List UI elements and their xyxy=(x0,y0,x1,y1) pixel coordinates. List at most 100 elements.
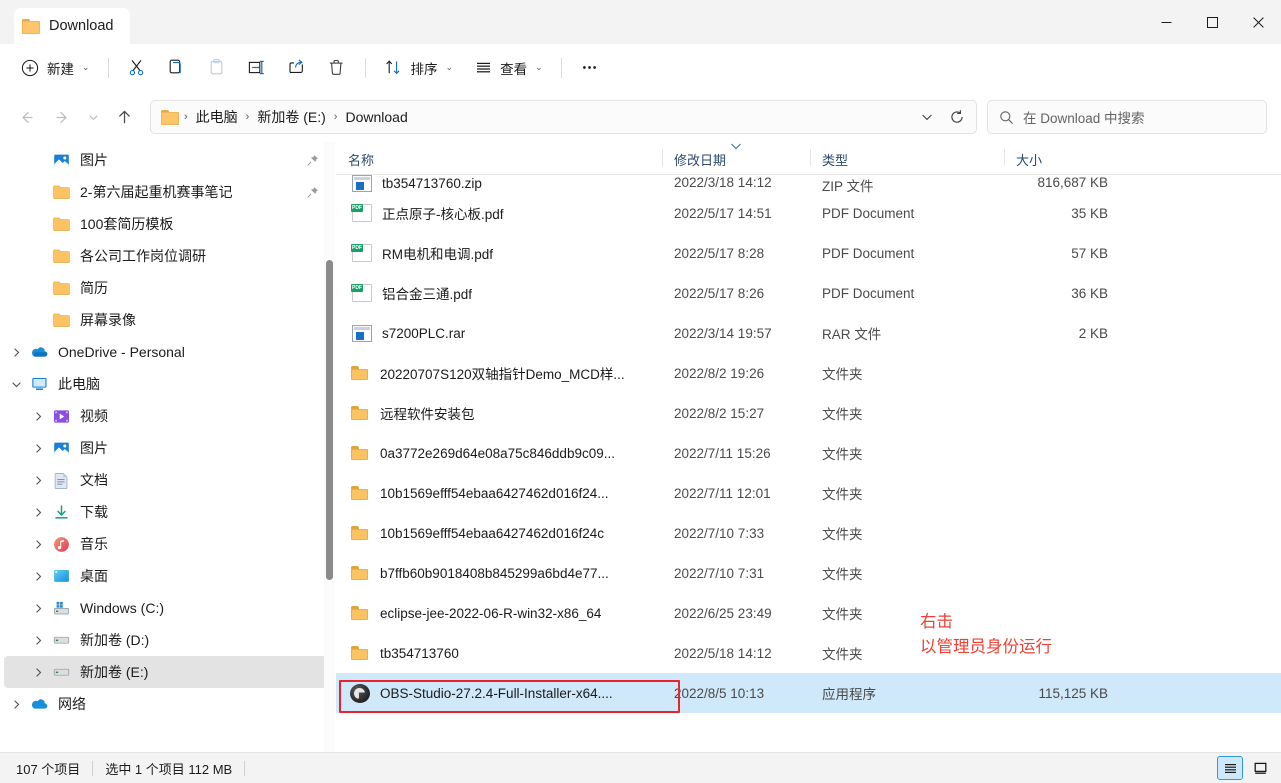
back-button[interactable] xyxy=(8,100,44,134)
copy-button[interactable] xyxy=(158,52,196,84)
sidebar-item-2[interactable]: 100套简历模板 xyxy=(4,208,329,240)
chevron-right-icon[interactable] xyxy=(26,539,50,550)
table-row[interactable]: 铝合金三通.pdf 2022/5/17 8:26 PDF Document 36 KB xyxy=(336,273,1281,313)
pdf-icon xyxy=(351,204,372,222)
table-row[interactable]: RM电机和电调.pdf 2022/5/17 8:28 PDF Document 57 … xyxy=(336,233,1281,273)
view-button[interactable]: 查看 ⌄ xyxy=(464,52,552,84)
up-button[interactable] xyxy=(106,100,142,134)
selection-info: 选中 1 个项目 112 MB xyxy=(105,761,233,777)
cell-date: 2022/8/5 10:13 xyxy=(674,685,765,701)
column-header-type[interactable]: 类型 xyxy=(810,142,1004,169)
file-list-pane: 名称 修改日期 类型 大小 tb354713760.zip 2022/3/18 14:1… xyxy=(336,142,1281,752)
address-bar[interactable]: › 此电脑 › 新加卷 (E:) › Download xyxy=(150,100,977,134)
sidebar-item-3[interactable]: 各公司工作岗位调研 xyxy=(4,240,329,272)
new-button[interactable]: 新建 ⌄ xyxy=(14,52,99,84)
sidebar-item-10[interactable]: 文档 xyxy=(4,464,329,496)
sidebar-item-13[interactable]: 桌面 xyxy=(4,560,329,592)
chevron-right-icon[interactable] xyxy=(4,699,28,710)
sort-button[interactable]: 排序 ⌄ xyxy=(375,52,463,84)
table-row[interactable]: OBS-Studio-27.2.4-Full-Installer-x64....… xyxy=(336,673,1281,713)
sidebar-item-7[interactable]: 此电脑 xyxy=(4,368,329,400)
sidebar-item-6[interactable]: OneDrive - Personal xyxy=(4,336,329,368)
sidebar-item-8[interactable]: 视频 xyxy=(4,400,329,432)
table-row[interactable]: tb354713760.zip 2022/3/18 14:12 ZIP 文件 816,… xyxy=(336,175,1281,193)
chevron-right-icon[interactable] xyxy=(26,411,50,422)
folder-icon xyxy=(350,403,370,423)
cell-date: 2022/6/25 23:49 xyxy=(674,605,772,621)
tab-download[interactable]: Download xyxy=(14,8,130,44)
forward-button[interactable] xyxy=(44,100,80,134)
table-row[interactable]: tb354713760 2022/5/18 14:12 文件夹 xyxy=(336,633,1281,673)
rename-button[interactable] xyxy=(238,52,276,84)
cell-name: 20220707S120双轴指针Demo_MCD样... xyxy=(336,363,662,383)
column-header-name[interactable]: 名称 xyxy=(336,142,662,169)
table-row[interactable]: s7200PLC.rar 2022/3/14 19:57 RAR 文件 2 KB xyxy=(336,313,1281,353)
maximize-button[interactable] xyxy=(1189,0,1235,44)
chevron-right-icon[interactable] xyxy=(26,635,50,646)
table-row[interactable]: 10b1569efff54ebaa6427462d016f24c 2022/7/1… xyxy=(336,513,1281,553)
sidebar-item-label: 网络 xyxy=(58,696,86,712)
sidebar-item-4[interactable]: 简历 xyxy=(4,272,329,304)
table-row[interactable]: 远程软件安装包 2022/8/2 15:27 文件夹 xyxy=(336,393,1281,433)
search-input[interactable]: 在 Download 中搜索 xyxy=(1023,107,1145,127)
table-row[interactable]: eclipse-jee-2022-06-R-win32-x86_64 2022/6… xyxy=(336,593,1281,633)
cell-date: 2022/5/17 8:26 xyxy=(674,285,765,301)
sidebar-item-15[interactable]: 新加卷 (D:) xyxy=(4,624,329,656)
sidebar-item-11[interactable]: 下载 xyxy=(4,496,329,528)
sidebar-item-1[interactable]: 2-第六届起重机赛事笔记 xyxy=(4,176,329,208)
file-name: 铝合金三通.pdf xyxy=(382,287,473,302)
sort-descending-icon xyxy=(731,143,742,153)
table-row[interactable]: 20220707S120双轴指针Demo_MCD样... 2022/8/2 19:… xyxy=(336,353,1281,393)
column-header-date[interactable]: 修改日期 xyxy=(662,142,810,169)
cell-size: 816,687 KB xyxy=(1004,175,1108,190)
folder-icon xyxy=(50,185,72,200)
minimize-button[interactable] xyxy=(1143,0,1189,44)
chevron-right-icon[interactable] xyxy=(26,475,50,486)
sidebar-item-0[interactable]: 图片 xyxy=(4,144,329,176)
more-options-button[interactable] xyxy=(571,52,609,84)
search-box[interactable]: 在 Download 中搜索 xyxy=(987,100,1267,134)
column-header-size[interactable]: 大小 xyxy=(1004,142,1108,169)
table-row[interactable]: 0a3772e269d64e08a75c846ddb9c09... 2022/7/… xyxy=(336,433,1281,473)
archive-icon xyxy=(352,324,372,342)
sidebar-item-17[interactable]: 网络 xyxy=(4,688,329,720)
breadcrumb-volume-e[interactable]: 新加卷 (E:) xyxy=(252,104,330,130)
title-bar: Download xyxy=(0,0,1281,44)
chevron-right-icon[interactable] xyxy=(4,347,28,358)
chevron-right-icon[interactable] xyxy=(26,603,50,614)
breadcrumb-download[interactable]: Download xyxy=(340,104,412,130)
chevron-right-icon[interactable] xyxy=(26,443,50,454)
close-button[interactable] xyxy=(1235,0,1281,44)
previous-locations-dropdown[interactable] xyxy=(912,103,942,131)
chevron-right-icon[interactable] xyxy=(26,571,50,582)
chevron-right-icon[interactable] xyxy=(26,667,50,678)
sidebar-item-12[interactable]: 音乐 xyxy=(4,528,329,560)
chevron-right-icon[interactable] xyxy=(26,507,50,518)
large-icons-view-toggle[interactable] xyxy=(1247,756,1273,780)
pin-icon[interactable] xyxy=(306,154,319,167)
sidebar-item-14[interactable]: Windows (C:) xyxy=(4,592,329,624)
refresh-icon[interactable] xyxy=(942,103,972,131)
file-name: 20220707S120双轴指针Demo_MCD样... xyxy=(380,367,625,382)
cell-date: 2022/7/10 7:33 xyxy=(674,525,765,541)
table-row[interactable]: 10b1569efff54ebaa6427462d016f24... 2022/7… xyxy=(336,473,1281,513)
sidebar-item-16[interactable]: 新加卷 (E:) xyxy=(4,656,329,688)
cut-button[interactable] xyxy=(118,52,156,84)
cell-type: 文件夹 xyxy=(822,447,863,462)
sidebar-scrollbar-thumb[interactable] xyxy=(326,260,333,580)
file-size: 2 KB xyxy=(1078,325,1108,341)
share-button[interactable] xyxy=(278,52,316,84)
chevron-down-icon[interactable] xyxy=(4,379,28,390)
paste-button[interactable] xyxy=(198,52,236,84)
recent-locations-button[interactable] xyxy=(80,100,106,134)
table-row[interactable]: 正点原子-核心板.pdf 2022/5/17 14:51 PDF Document 3… xyxy=(336,193,1281,233)
sidebar-item-9[interactable]: 图片 xyxy=(4,432,329,464)
file-size: 35 KB xyxy=(1071,205,1108,221)
details-view-toggle[interactable] xyxy=(1217,756,1243,780)
sidebar-item-5[interactable]: 屏幕录像 xyxy=(4,304,329,336)
table-row[interactable]: b7ffb60b9018408b845299a6bd4e77... 2022/7/… xyxy=(336,553,1281,593)
breadcrumb-this-pc[interactable]: 此电脑 xyxy=(191,104,243,130)
delete-button[interactable] xyxy=(318,52,356,84)
cell-type: PDF Document xyxy=(822,285,915,301)
pin-icon[interactable] xyxy=(306,186,319,199)
